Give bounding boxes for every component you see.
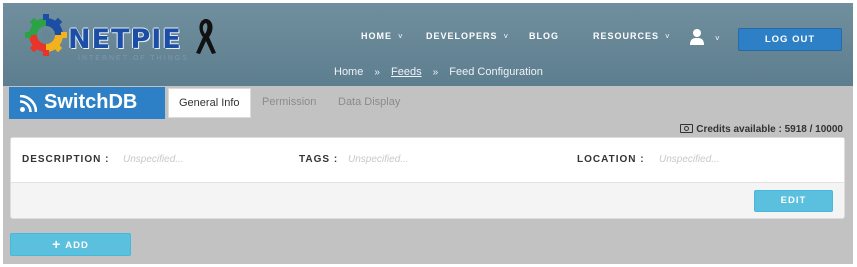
- location-label: LOCATION :: [577, 154, 645, 165]
- breadcrumb-separator: »: [432, 67, 439, 78]
- breadcrumb: Home » Feeds » Feed Configuration: [334, 66, 543, 78]
- credits-text: Credits available : 5918 / 10000: [696, 124, 843, 135]
- description-label: DESCRIPTION :: [22, 154, 110, 165]
- tags-value: Unspecified...: [348, 154, 409, 165]
- feed-info-card: DESCRIPTION : Unspecified... TAGS : Unsp…: [10, 137, 845, 219]
- nav-developers[interactable]: DEVELOPERS ˅: [426, 31, 509, 41]
- plus-icon: +: [52, 236, 62, 252]
- tab-general-info[interactable]: General Info: [168, 88, 251, 118]
- nav-developers-label: DEVELOPERS: [426, 31, 498, 41]
- tags-label: TAGS :: [299, 154, 339, 165]
- feed-title: SwitchDB: [44, 91, 138, 113]
- chevron-down-icon: ˅: [715, 34, 721, 43]
- credits-available: Credits available : 5918 / 10000: [680, 124, 843, 135]
- feed-info-fields: DESCRIPTION : Unspecified... TAGS : Unsp…: [11, 138, 844, 183]
- user-icon[interactable]: [689, 28, 705, 46]
- add-button[interactable]: + ADD: [10, 233, 131, 256]
- nav-home[interactable]: HOME ˅: [361, 31, 404, 41]
- logout-button[interactable]: LOG OUT: [738, 28, 842, 51]
- breadcrumb-feeds-link[interactable]: Feeds: [391, 66, 422, 78]
- feed-title-box: SwitchDB: [9, 87, 165, 119]
- breadcrumb-separator: »: [374, 67, 380, 78]
- tab-permission[interactable]: Permission: [262, 88, 316, 116]
- app-frame: NETPIE INTERNET OF THINGS HOME ˅ DEVELOPE…: [3, 3, 853, 264]
- nav-blog[interactable]: BLOG: [529, 31, 559, 41]
- logo-tagline: INTERNET OF THINGS: [78, 55, 189, 62]
- top-navbar: NETPIE INTERNET OF THINGS HOME ˅ DEVELOPE…: [3, 3, 853, 86]
- edit-button[interactable]: EDIT: [754, 190, 833, 212]
- nav-resources[interactable]: RESOURCES ˅: [593, 31, 671, 41]
- nav-resources-label: RESOURCES: [593, 31, 660, 41]
- tab-data-display[interactable]: Data Display: [338, 88, 400, 116]
- nav-home-label: HOME: [361, 31, 392, 41]
- chevron-down-icon: ˅: [665, 32, 671, 41]
- breadcrumb-home[interactable]: Home: [334, 66, 363, 78]
- breadcrumb-current: Feed Configuration: [449, 66, 543, 78]
- nav-blog-label: BLOG: [529, 31, 559, 41]
- chevron-down-icon: ˅: [503, 32, 510, 41]
- logo-wordmark: NETPIE: [68, 24, 182, 55]
- netpie-logo[interactable]: NETPIE INTERNET OF THINGS: [20, 11, 220, 62]
- chevron-down-icon: ˅: [398, 32, 404, 41]
- rss-icon: [20, 95, 37, 112]
- money-icon: [680, 124, 694, 133]
- add-button-label: ADD: [65, 240, 89, 251]
- description-value: Unspecified...: [123, 154, 184, 165]
- user-menu-caret[interactable]: ˅: [715, 33, 721, 43]
- location-value: Unspecified...: [659, 154, 720, 165]
